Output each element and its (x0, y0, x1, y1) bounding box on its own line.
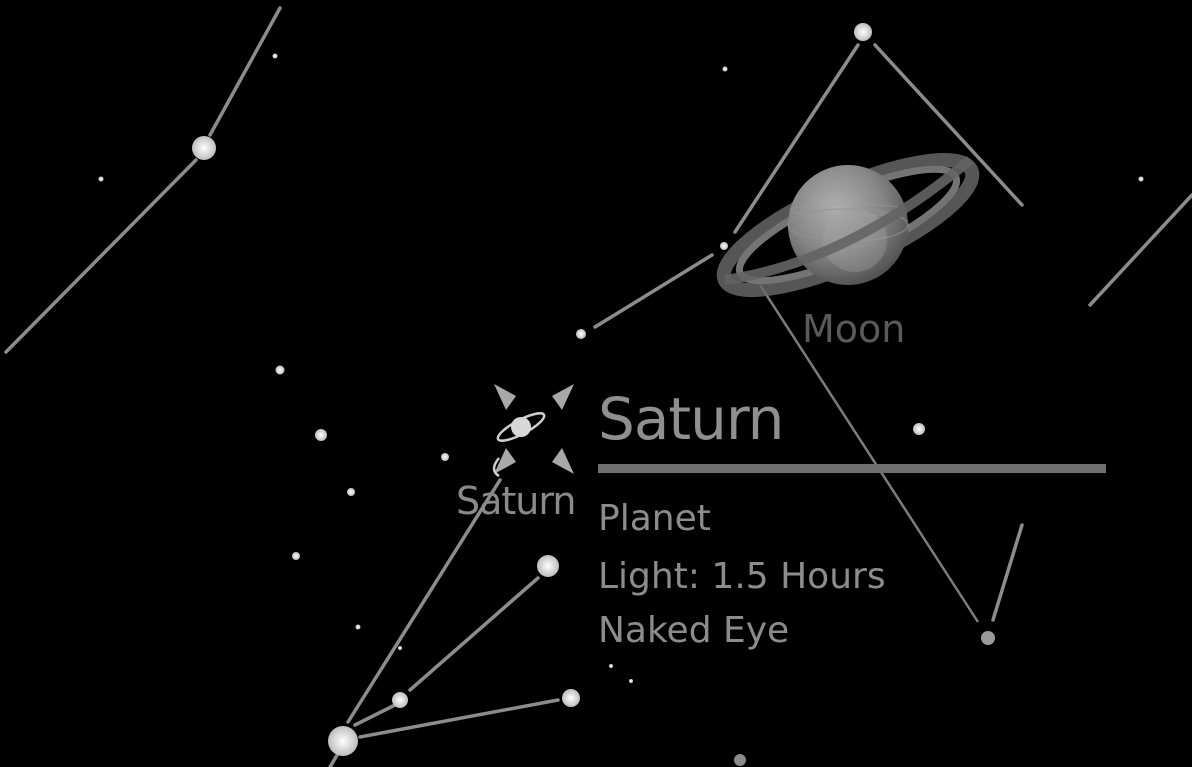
visibility-info: Naked Eye (598, 610, 790, 651)
star (629, 679, 633, 683)
star (315, 429, 327, 441)
star (576, 329, 586, 339)
star (347, 488, 355, 496)
star (398, 646, 402, 650)
star (562, 689, 580, 707)
star (275, 365, 285, 375)
star (854, 23, 872, 41)
saturn-sky-label[interactable]: Saturn (456, 482, 576, 520)
star (355, 624, 361, 630)
star (98, 176, 104, 182)
saturn-planet-image[interactable] (709, 135, 987, 314)
star (292, 552, 300, 560)
star (722, 66, 728, 72)
star (537, 555, 559, 577)
light-travel-time: Light: 1.5 Hours (598, 556, 886, 597)
object-info-panel: Saturn Planet Light: 1.5 Hours Naked Eye (598, 382, 1108, 662)
object-name: Saturn (598, 385, 784, 453)
star (720, 242, 728, 250)
star (609, 664, 613, 668)
object-type: Planet (598, 498, 711, 539)
star (192, 136, 216, 160)
star (328, 726, 358, 756)
info-divider (598, 464, 1106, 473)
star (1138, 176, 1144, 182)
star (272, 53, 278, 59)
star (392, 692, 408, 708)
star (441, 453, 449, 461)
star (734, 754, 746, 766)
moon-sky-label[interactable]: Moon (802, 310, 905, 348)
